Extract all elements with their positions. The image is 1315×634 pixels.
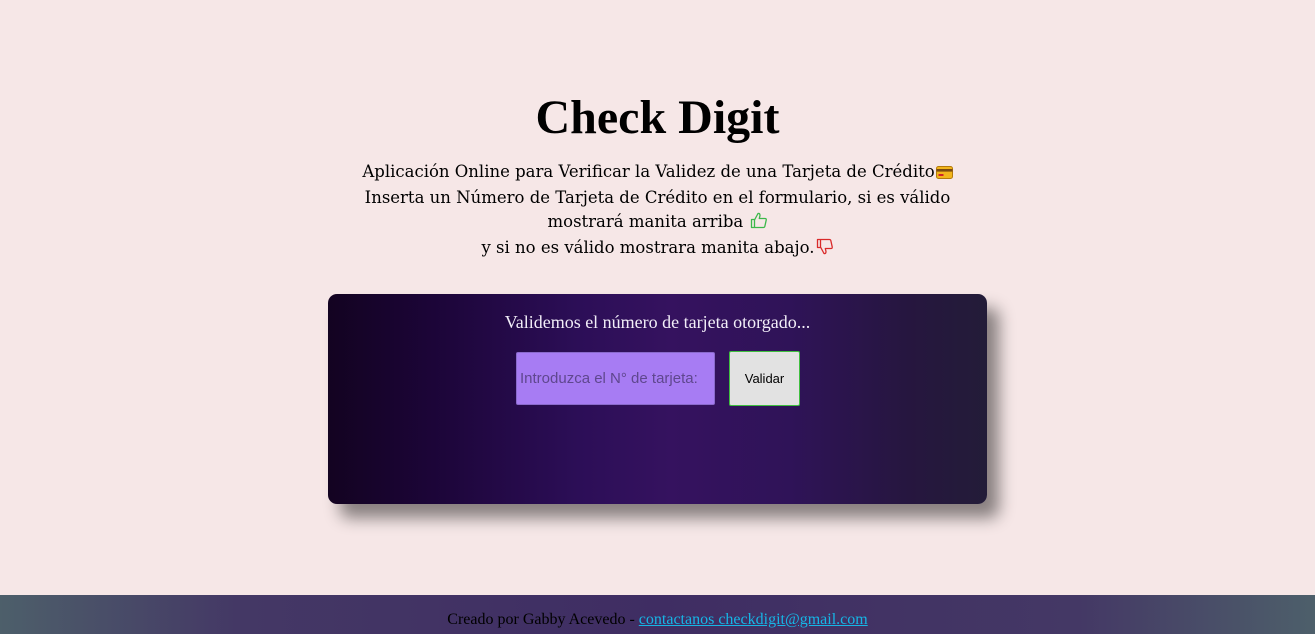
footer: Creado por Gabby Acevedo - contactanos c… xyxy=(0,595,1315,634)
footer-credit: Creado por Gabby Acevedo - xyxy=(447,611,635,628)
credit-card-icon xyxy=(935,162,953,186)
intro-line-2: Inserta un Número de Tarjeta de Crédito … xyxy=(332,186,983,236)
contact-link[interactable]: contactanos checkdigit@gmail.com xyxy=(639,611,868,628)
intro-line-3: y si no es válido mostrara manita abajo. xyxy=(332,236,983,262)
validator-heading: Validemos el número de tarjeta otorgado.… xyxy=(504,312,811,332)
thumbs-down-icon xyxy=(816,238,834,262)
validate-button[interactable]: Validar xyxy=(729,351,800,406)
page: Check Digit Aplicación Online para Verif… xyxy=(0,0,1315,634)
page-title: Check Digit xyxy=(535,91,780,144)
intro-text: Aplicación Online para Verificar la Vali… xyxy=(332,160,983,262)
validator-card: Validemos el número de tarjeta otorgado.… xyxy=(328,294,987,504)
card-number-input[interactable] xyxy=(516,352,715,405)
thumbs-up-icon xyxy=(750,212,768,236)
intro-line-1: Aplicación Online para Verificar la Vali… xyxy=(332,160,983,186)
